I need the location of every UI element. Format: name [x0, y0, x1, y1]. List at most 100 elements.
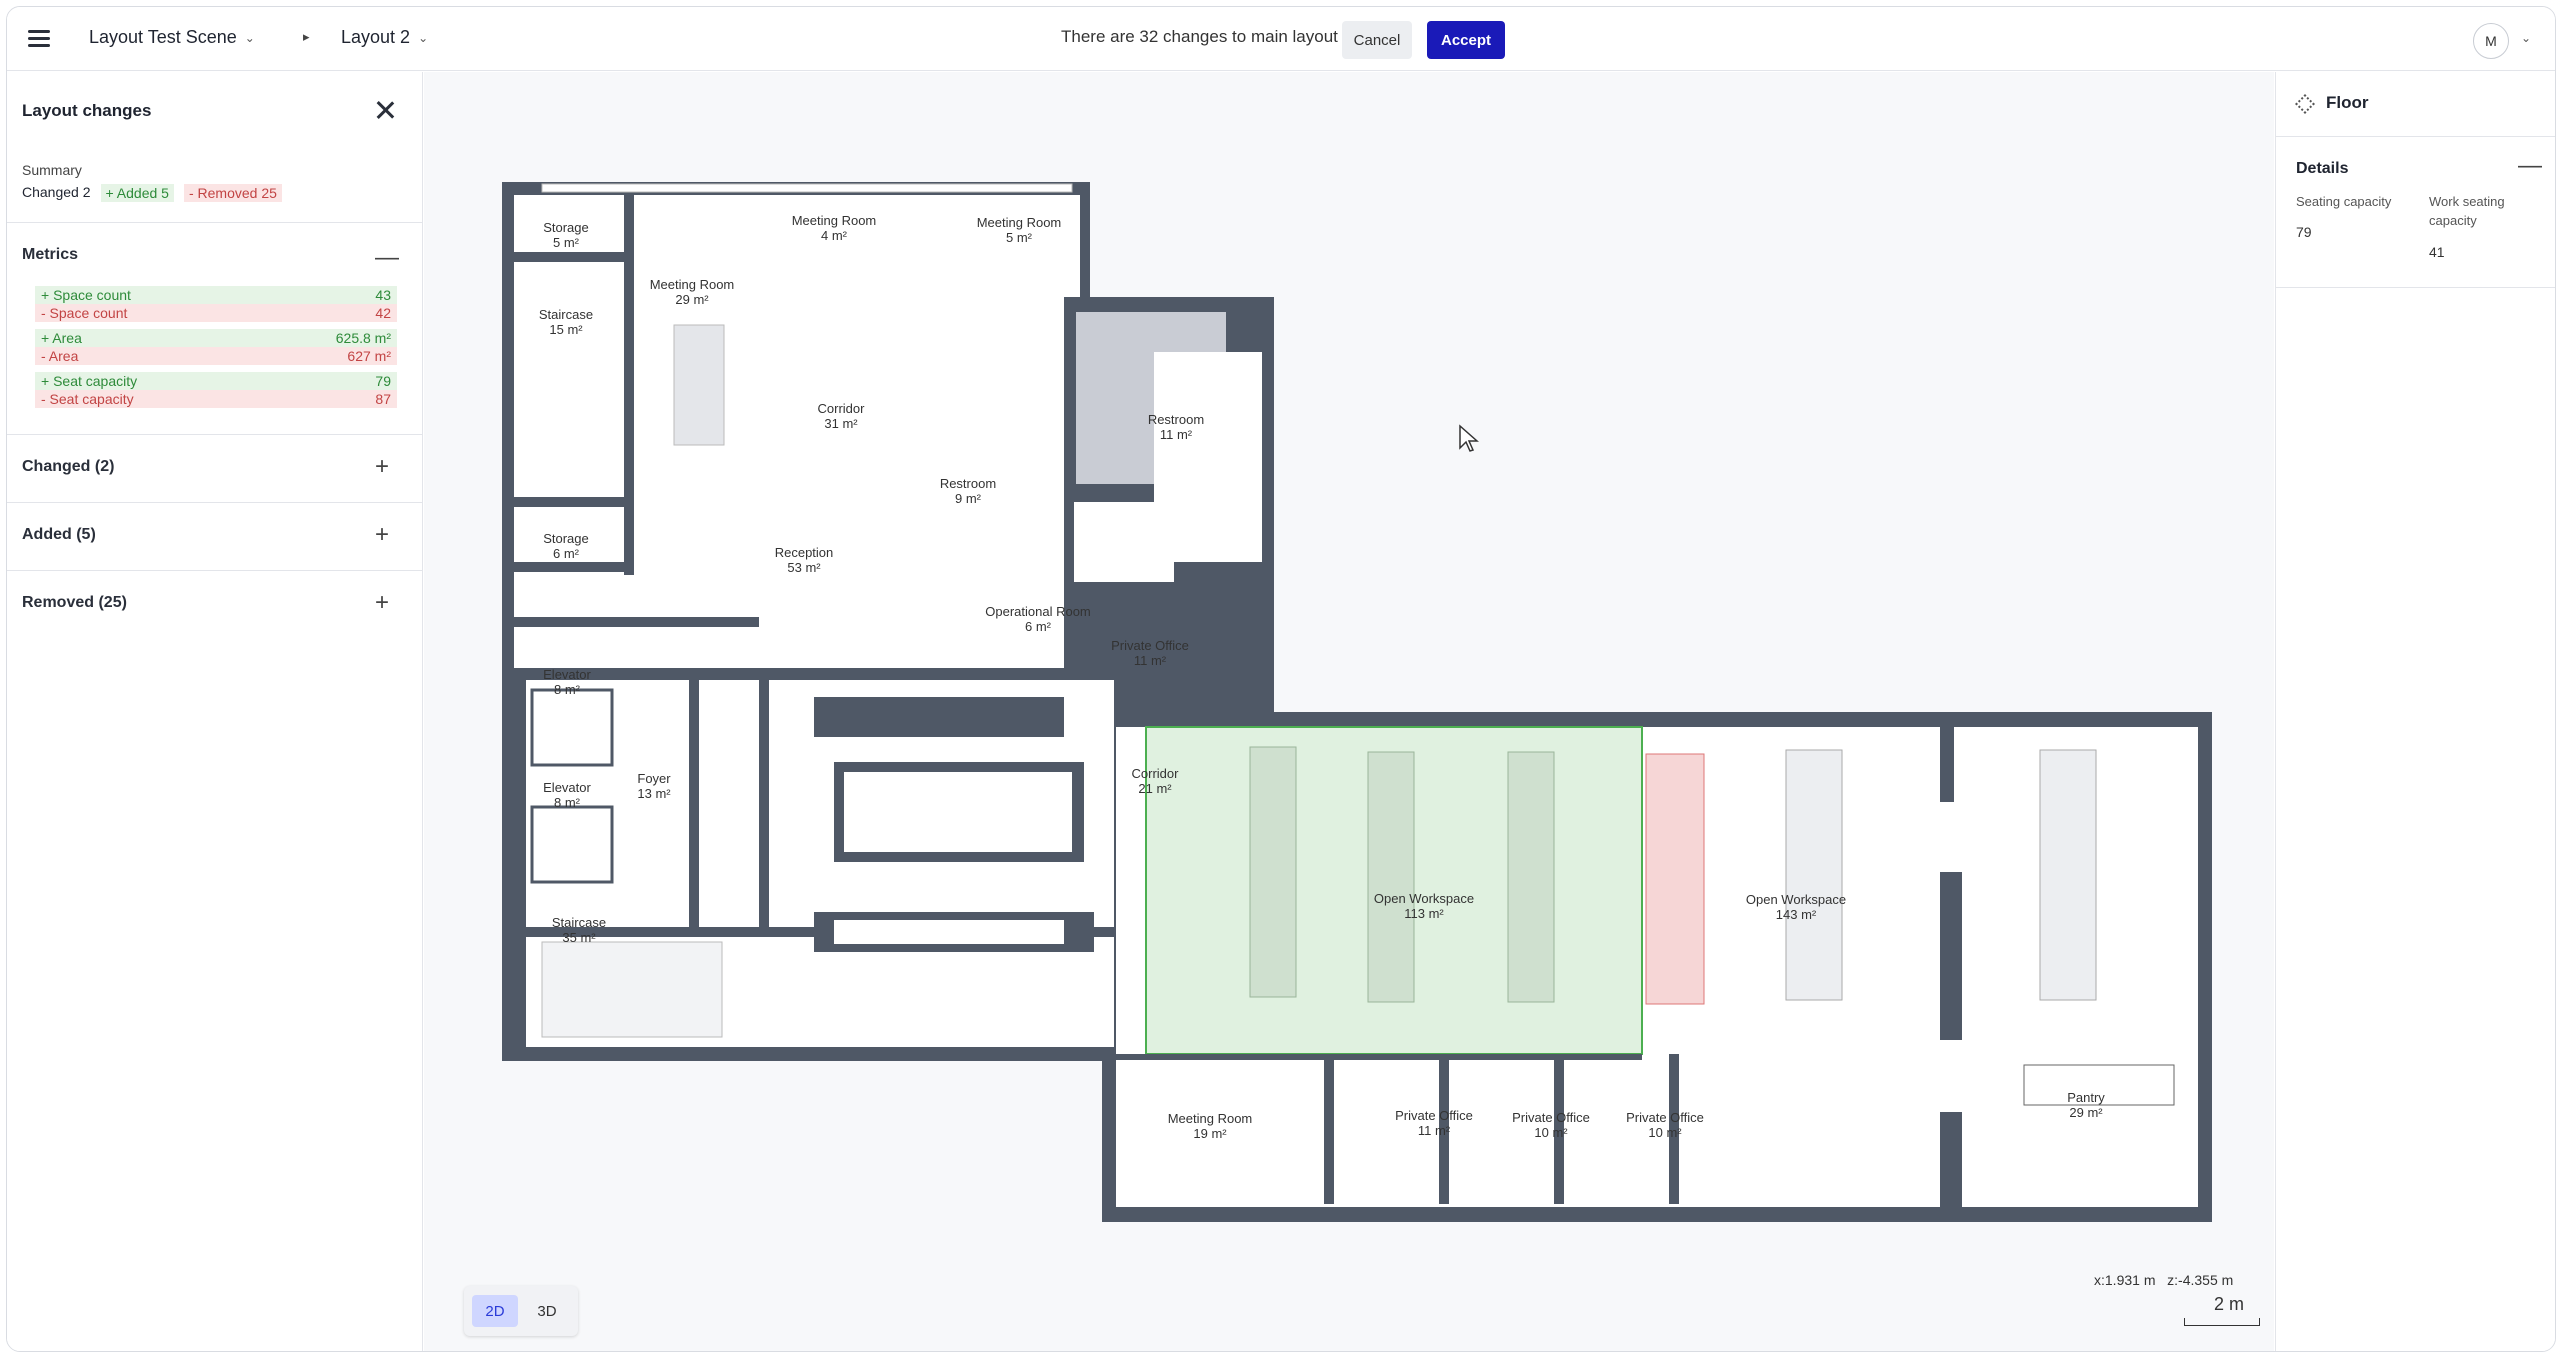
wall-block	[514, 672, 526, 1052]
close-icon[interactable]	[371, 96, 399, 124]
metric-value: 42	[375, 305, 391, 321]
summary-added-badge: + Added 5	[100, 184, 174, 202]
expand-removed-icon[interactable]: +	[375, 591, 389, 615]
cancel-button[interactable]: Cancel	[1342, 21, 1412, 59]
divider	[2276, 136, 2555, 137]
view-mode-toggle: 2D 3D	[464, 1286, 578, 1336]
divider	[2276, 287, 2555, 288]
interior-wall	[814, 697, 1064, 737]
added-section-title[interactable]: Added (5)	[22, 526, 96, 544]
metric-label: + Area	[41, 330, 82, 346]
metric-label: + Seat capacity	[41, 373, 138, 389]
top-bar: Layout Test Scene ⌄ ▸ Layout 2 ⌄ There a…	[7, 7, 2555, 71]
seating-capacity-value: 79	[2296, 224, 2312, 240]
metric-row: - Space count 42	[35, 304, 397, 322]
desk-cluster	[1785, 749, 1843, 1001]
desk-cluster	[2039, 749, 2097, 1001]
desk-cluster	[1507, 751, 1555, 1003]
interior-wall	[624, 195, 634, 575]
coordinate-readout: x:1.931 m z:-4.355 m	[2094, 1272, 2233, 1288]
table	[673, 324, 725, 446]
floor-plan[interactable]: Storage 5 m² Meeting Room 29 m² Meeting Ro…	[424, 72, 2274, 1352]
coord-z: z:-4.355 m	[2167, 1272, 2234, 1288]
details-title[interactable]: Details	[2296, 160, 2348, 178]
changed-section-title[interactable]: Changed (2)	[22, 458, 114, 476]
metric-label: - Space count	[41, 305, 128, 321]
desk-cluster	[1249, 746, 1297, 998]
summary-row: Changed 2 + Added 5 - Removed 25	[22, 184, 282, 202]
floor-area	[514, 195, 1080, 668]
desk-cluster-removed	[1645, 753, 1705, 1005]
scale-bar	[2184, 1318, 2260, 1326]
view-2d-button[interactable]: 2D	[472, 1295, 518, 1327]
view-3d-button[interactable]: 3D	[524, 1295, 570, 1327]
elevator-shaft	[530, 688, 614, 767]
user-avatar[interactable]: M	[2473, 23, 2509, 59]
expand-changed-icon[interactable]: +	[375, 455, 389, 479]
metric-value: 43	[375, 287, 391, 303]
interior-wall	[514, 252, 634, 262]
scale-label: 2 m	[2214, 1294, 2245, 1314]
hamburger-menu-icon[interactable]	[25, 25, 53, 53]
floor-area	[844, 772, 1072, 852]
interior-wall	[514, 497, 634, 507]
metric-label: - Area	[41, 348, 79, 364]
app-window: Layout Test Scene ⌄ ▸ Layout 2 ⌄ There a…	[6, 6, 2556, 1352]
floor-area	[1074, 502, 1174, 582]
metric-row: - Area 627 m²	[35, 347, 397, 365]
metric-value: 627 m²	[347, 348, 391, 364]
elevator-shaft	[530, 805, 614, 884]
work-seating-capacity-value: 41	[2429, 244, 2445, 260]
summary-removed-badge: - Removed 25	[183, 184, 282, 202]
changes-message: There are 32 changes to main layout	[1061, 27, 1338, 46]
breadcrumb-caret-icon: ▸	[303, 29, 310, 44]
floor-title: Floor	[2326, 93, 2369, 112]
work-seating-capacity-label: Work seating capacity	[2429, 194, 2505, 228]
window-strip	[541, 183, 1073, 193]
metric-value: 79	[375, 373, 391, 389]
panel-title: Layout changes	[22, 101, 152, 120]
scene-label: Layout Test Scene	[89, 27, 237, 47]
interior-wall	[1940, 872, 1962, 1040]
accept-button[interactable]: Accept	[1427, 21, 1505, 59]
metric-row: + Area 625.8 m²	[35, 329, 397, 347]
metric-row: - Seat capacity 87	[35, 390, 397, 408]
floor-plan-canvas[interactable]: Storage 5 m² Meeting Room 29 m² Meeting Ro…	[424, 72, 2274, 1352]
interior-wall	[689, 680, 699, 935]
interior-wall	[514, 617, 759, 627]
chevron-down-icon: ⌄	[418, 30, 429, 45]
metric-row: + Seat capacity 79	[35, 372, 397, 390]
metric-row: + Space count 43	[35, 286, 397, 304]
chevron-down-icon[interactable]: ⌄	[2521, 31, 2531, 45]
layout-label: Layout 2	[341, 27, 411, 47]
expand-added-icon[interactable]: +	[375, 523, 389, 547]
desk-cluster	[1367, 751, 1415, 1003]
mouse-cursor-icon	[1459, 424, 1479, 452]
metrics-section-title[interactable]: Metrics	[22, 246, 78, 264]
floor-properties-panel: Floor Details — Seating capacity 79 Work…	[2275, 72, 2555, 1351]
divider	[7, 434, 422, 435]
interior-wall	[759, 680, 769, 935]
floor-icon	[2295, 94, 2315, 114]
collapse-metrics-icon[interactable]: —	[375, 246, 399, 270]
summary-label: Summary	[22, 162, 82, 178]
removed-section-title[interactable]: Removed (25)	[22, 594, 127, 612]
divider	[7, 570, 422, 571]
metric-label: - Seat capacity	[41, 391, 134, 407]
coord-x: x:1.931 m	[2094, 1272, 2156, 1288]
metric-value: 87	[375, 391, 391, 407]
metric-value: 625.8 m²	[335, 330, 391, 346]
divider	[7, 222, 422, 223]
seating-capacity-label: Seating capacity	[2296, 194, 2392, 209]
chevron-down-icon: ⌄	[244, 30, 255, 45]
room-label: Foyer 13 m²	[637, 771, 671, 801]
collapse-details-icon[interactable]: —	[2518, 152, 2542, 180]
interior-wall	[1324, 1054, 1334, 1204]
floor-area	[834, 920, 1064, 944]
layout-selector[interactable]: Layout 2 ⌄	[341, 27, 428, 48]
divider	[7, 502, 422, 503]
scene-selector[interactable]: Layout Test Scene ⌄	[89, 27, 255, 48]
staircase-steps	[541, 941, 723, 1038]
interior-wall	[1940, 1112, 1962, 1212]
wall-block	[502, 672, 514, 1052]
